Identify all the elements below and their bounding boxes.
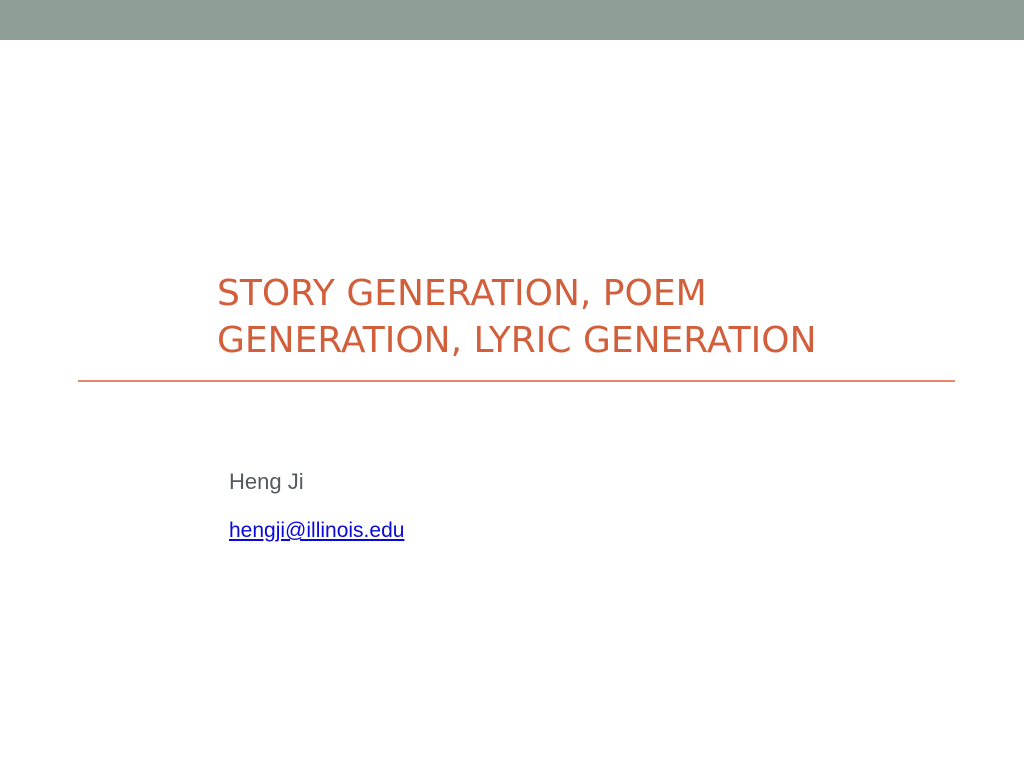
author-email-link[interactable]: hengji@illinois.edu (229, 517, 404, 545)
title-divider-line (78, 380, 955, 382)
slide-title-line-2: GENERATION, LYRIC GENERATION (217, 320, 817, 361)
slide-title-line-1: STORY GENERATION, POEM (217, 273, 707, 314)
author-name: Heng Ji (229, 469, 304, 494)
slide-title: STORY GENERATION, POEM GENERATION, LYRIC… (217, 270, 977, 364)
top-accent-bar (0, 0, 1024, 40)
title-slide: STORY GENERATION, POEM GENERATION, LYRIC… (0, 0, 1024, 768)
